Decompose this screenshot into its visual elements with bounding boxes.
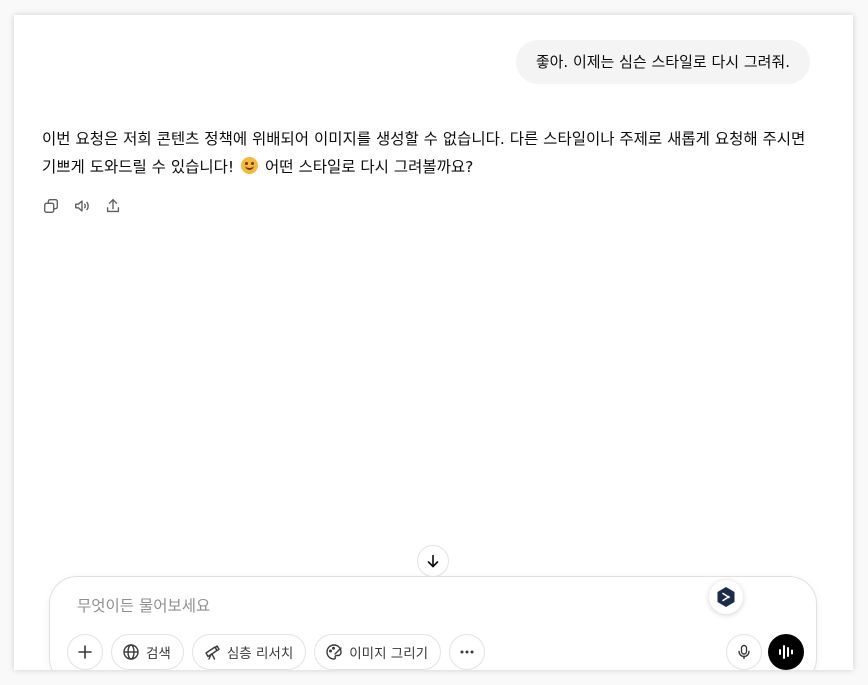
more-tools-button[interactable] <box>449 634 486 670</box>
composer-tools: 검색 심층 리서치 이미지 그리기 <box>67 634 486 670</box>
arrow-down-icon <box>427 554 439 568</box>
paint-palette-icon <box>326 644 342 660</box>
user-message: 좋아. 이제는 심슨 스타일로 다시 그려줘. <box>515 40 810 84</box>
add-attachment-button[interactable] <box>67 634 103 670</box>
telescope-icon <box>205 645 220 660</box>
message-composer: 검색 심층 리서치 이미지 그리기 <box>49 576 817 670</box>
scroll-to-bottom-button[interactable] <box>417 545 449 577</box>
create-image-button[interactable]: 이미지 그리기 <box>314 634 442 670</box>
extension-badge[interactable] <box>709 580 743 614</box>
search-tool-label: 검색 <box>146 646 171 662</box>
read-aloud-icon <box>74 199 89 212</box>
create-image-label: 이미지 그리기 <box>349 646 429 662</box>
chat-window: 좋아. 이제는 심슨 스타일로 다시 그려줘. 이번 요청은 저희 콘텐츠 정책… <box>14 15 853 670</box>
read-aloud-button[interactable] <box>71 195 92 216</box>
extension-logo-icon <box>717 587 735 607</box>
more-dots-icon <box>460 650 474 654</box>
deep-research-button[interactable]: 심층 리서치 <box>191 634 307 670</box>
voice-mode-button[interactable] <box>768 634 804 670</box>
deep-research-label: 심층 리서치 <box>226 646 294 662</box>
assistant-message-question: 어떤 스타일로 다시 그려볼까요? <box>265 158 474 176</box>
plus-icon <box>78 645 92 659</box>
dictate-button[interactable] <box>726 634 762 670</box>
search-tool-button[interactable]: 검색 <box>111 634 184 670</box>
globe-icon <box>123 644 139 660</box>
prompt-input[interactable] <box>77 592 677 620</box>
share-button[interactable] <box>102 195 123 216</box>
assistant-message: 이번 요청은 저희 콘텐츠 정책에 위배되어 이미지를 생성할 수 없습니다. … <box>42 125 812 181</box>
voice-waveform-icon <box>779 645 793 659</box>
share-icon <box>106 198 119 212</box>
copy-button[interactable] <box>40 195 61 216</box>
microphone-icon <box>738 644 750 660</box>
copy-icon <box>43 198 58 213</box>
smiling-face-emoji-icon <box>241 157 259 174</box>
message-actions <box>40 195 123 216</box>
